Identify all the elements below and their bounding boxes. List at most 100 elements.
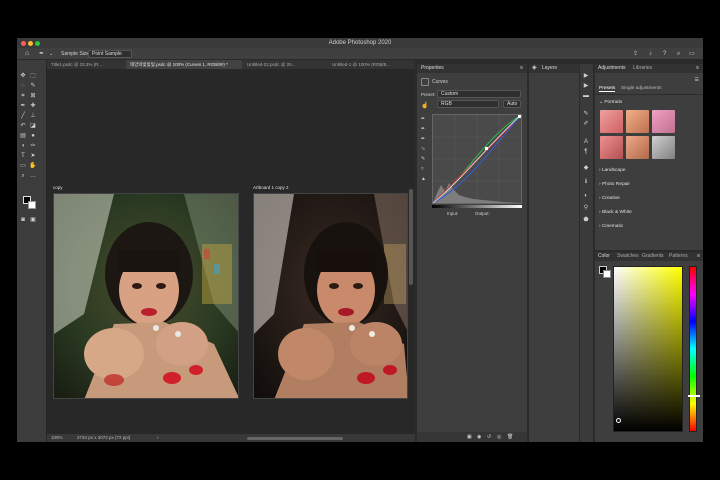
frame-tool-icon[interactable]: ⊠: [29, 92, 37, 100]
dodge-tool-icon[interactable]: ◖: [19, 142, 27, 150]
artboard-label[interactable]: copy: [53, 185, 63, 190]
history-icon[interactable]: ▶: [582, 72, 590, 80]
color-background-swatch[interactable]: [603, 270, 611, 278]
document-info[interactable]: 2734 px x 3072 px (72 ppi): [77, 434, 130, 442]
auto-button[interactable]: Auto: [503, 100, 521, 108]
search-icon[interactable]: ⌕: [677, 50, 680, 58]
tab-swatches[interactable]: Swatches: [617, 252, 639, 261]
delete-icon[interactable]: 🗑: [507, 432, 513, 442]
list-view-icon[interactable]: ☰: [695, 77, 699, 83]
status-chevron-icon[interactable]: ›: [157, 434, 159, 442]
preset-thumbnail[interactable]: [626, 136, 649, 159]
preset-thumbnail[interactable]: [600, 110, 623, 133]
eyedropper-tool-icon[interactable]: ✒: [39, 50, 44, 58]
close-window-button[interactable]: [21, 40, 26, 46]
view-previous-icon[interactable]: ◉: [477, 432, 481, 442]
clip-to-layer-icon[interactable]: ▣: [467, 432, 472, 442]
vertical-scrollbar[interactable]: [409, 189, 413, 285]
preset-thumbnail[interactable]: [600, 136, 623, 159]
preset-thumbnail[interactable]: [626, 110, 649, 133]
quick-select-tool-icon[interactable]: ✎: [29, 82, 37, 90]
tab-adjustments[interactable]: Adjustments: [598, 64, 626, 73]
zoom-window-button[interactable]: [35, 40, 40, 46]
sample-size-select[interactable]: Point Sample: [88, 50, 132, 58]
group-portraits[interactable]: ⌄ Portraits: [599, 100, 622, 105]
tab-libraries[interactable]: Libraries: [633, 64, 652, 73]
group-black-white[interactable]: › Black & White: [599, 210, 632, 215]
preset-thumbnail[interactable]: [652, 110, 675, 133]
artboard-image-original[interactable]: [53, 193, 239, 399]
shapes-icon[interactable]: ⬟: [582, 216, 590, 224]
path-select-icon[interactable]: ➤: [29, 152, 37, 160]
history-brush-icon[interactable]: ↶: [19, 122, 27, 130]
curves-graph[interactable]: [432, 114, 522, 204]
clone-stamp-icon[interactable]: ⊥: [29, 112, 37, 120]
properties-title[interactable]: Properties: [417, 64, 527, 73]
blur-tool-icon[interactable]: ●: [29, 132, 37, 140]
eyedropper-white-icon[interactable]: ✒: [421, 134, 431, 144]
share-icon[interactable]: ⇪: [633, 50, 638, 58]
horizontal-scrollbar[interactable]: [247, 437, 343, 440]
paths-icon[interactable]: ⚲: [582, 204, 590, 212]
pen-tool-icon[interactable]: ✑: [29, 142, 37, 150]
tab-color[interactable]: Color: [598, 252, 610, 261]
preset-select[interactable]: Custom: [437, 90, 521, 98]
actions-icon[interactable]: ▶: [582, 82, 590, 90]
hue-slider[interactable]: [688, 266, 700, 432]
workspace-icon[interactable]: ▭: [689, 50, 695, 58]
smooth-icon[interactable]: ≈: [421, 164, 431, 174]
subtab-presets[interactable]: Presets: [599, 86, 616, 92]
document-canvas[interactable]: copy Artboard 1 copy 2: [47, 69, 415, 436]
doc-tab[interactable]: Title1.psdc @ 33.3% (R...: [47, 60, 125, 69]
zoom-level[interactable]: 100%: [51, 434, 63, 442]
brush-settings-icon[interactable]: ✎: [582, 110, 590, 118]
minimize-window-button[interactable]: [28, 40, 33, 46]
tab-gradients[interactable]: Gradients: [642, 252, 664, 261]
screen-mode-icon[interactable]: ▣: [29, 216, 37, 224]
channel-select[interactable]: RGB: [437, 100, 499, 108]
healing-brush-icon[interactable]: ✚: [29, 102, 37, 110]
color-menu-icon[interactable]: ≡: [697, 252, 700, 261]
artboard-label[interactable]: Artboard 1 copy 2: [253, 185, 289, 190]
brushes-icon[interactable]: ✐: [582, 120, 590, 128]
artboard-image-edited[interactable]: [253, 193, 408, 399]
reset-icon[interactable]: ↺: [487, 432, 491, 442]
eyedropper-black-icon[interactable]: ✒: [421, 114, 431, 124]
eraser-tool-icon[interactable]: ◪: [29, 122, 37, 130]
target-adjust-icon[interactable]: ☝: [421, 102, 428, 109]
comments-icon[interactable]: ▬: [582, 92, 590, 100]
color-picker-cursor[interactable]: [616, 418, 621, 423]
home-icon[interactable]: ⌂: [25, 50, 29, 58]
marquee-tool-icon[interactable]: ⬚: [29, 72, 37, 80]
bell-icon[interactable]: ♪: [649, 50, 652, 58]
brush-tool-icon[interactable]: ╱: [19, 112, 27, 120]
quick-mask-icon[interactable]: ◙: [19, 216, 27, 224]
group-photo-repair[interactable]: › Photo Repair: [599, 182, 630, 187]
visibility-icon[interactable]: ◎: [497, 432, 501, 442]
glyphs-icon[interactable]: ◆: [582, 164, 590, 172]
layers-header[interactable]: ◈ Layers: [529, 64, 579, 73]
eyedropper-icon[interactable]: ✒: [19, 102, 27, 110]
move-tool-icon[interactable]: ✥: [19, 72, 27, 80]
channels-icon[interactable]: ◐: [582, 192, 590, 200]
subtab-single-adjustments[interactable]: Single adjustments: [621, 86, 662, 91]
group-creative[interactable]: › Creative: [599, 196, 620, 201]
doc-tab-active[interactable]: 태양의빛빛빛.psdc @ 100% (Curves 1, RGB/8#) *: [126, 60, 242, 69]
color-field[interactable]: [613, 266, 683, 432]
crop-tool-icon[interactable]: ⌗: [19, 92, 27, 100]
group-landscape[interactable]: › Landscape: [599, 168, 625, 173]
group-cinematic[interactable]: › Cinematic: [599, 224, 623, 229]
background-color-swatch[interactable]: [28, 201, 36, 209]
doc-tab[interactable]: Untitled-22.psdc @ 25...: [243, 60, 327, 69]
tab-patterns[interactable]: Patterns: [669, 252, 688, 261]
doc-tab[interactable]: Untitled-1 @ 100% (RGB/8...: [328, 60, 415, 69]
help-icon[interactable]: ?: [663, 50, 666, 58]
adjustments-menu-icon[interactable]: ≡: [696, 64, 699, 73]
info-icon[interactable]: ℹ: [582, 178, 590, 186]
more-tools-icon[interactable]: …: [29, 172, 37, 180]
gradient-tool-icon[interactable]: ▤: [19, 132, 27, 140]
hand-tool-icon[interactable]: ✋: [29, 162, 37, 170]
zoom-tool-icon[interactable]: ⌕: [19, 172, 27, 180]
hue-slider-thumb[interactable]: [688, 395, 700, 397]
panel-menu-icon[interactable]: ≡: [520, 65, 523, 71]
